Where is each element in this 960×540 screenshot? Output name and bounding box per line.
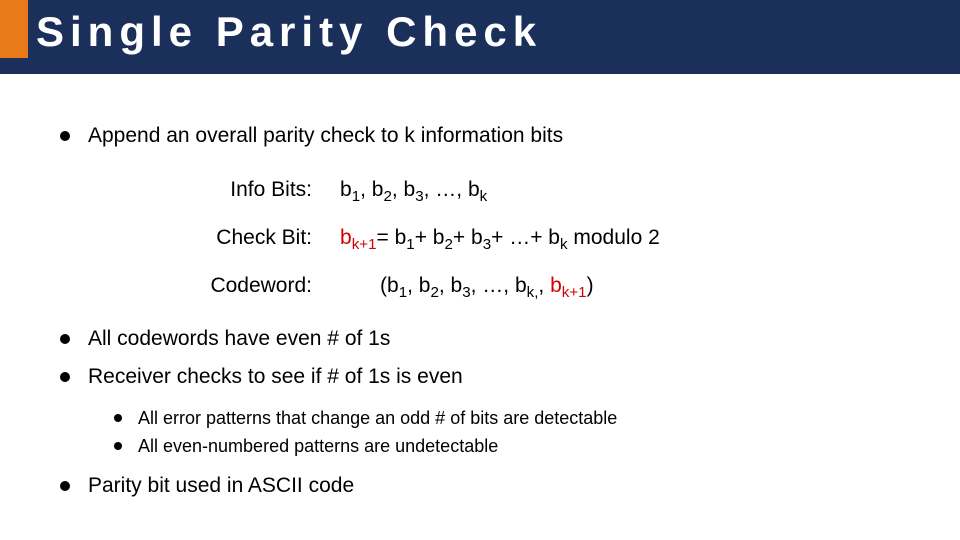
paren-close: ): [587, 274, 594, 297]
sym-b: b: [387, 274, 399, 297]
sub-k: k: [480, 189, 488, 206]
sym-b-red: bk+1: [340, 226, 376, 249]
bullet-even: All codewords have even # of 1s: [60, 325, 910, 353]
sub-2: 2: [383, 189, 391, 206]
def-label: Check Bit:: [60, 224, 340, 256]
bullet-dot-icon: [114, 442, 122, 450]
sub-3: 3: [483, 236, 491, 253]
bullet-text: All codewords have even # of 1s: [88, 325, 390, 353]
bullet-dot-icon: [60, 334, 70, 344]
sub-k: k: [560, 236, 568, 253]
definitions-block: Info Bits: b1, b2, b3, …, bk Check Bit: …: [60, 176, 910, 303]
bullet-dot-icon: [60, 372, 70, 382]
def-label: Codeword:: [60, 272, 340, 304]
sub-1: 1: [406, 236, 414, 253]
sym-b: b: [468, 178, 480, 201]
sym-b: b: [548, 226, 560, 249]
def-value: bk+1= b1+ b2+ b3+ …+ bk modulo 2: [340, 224, 910, 256]
sym-b: b: [340, 178, 352, 201]
bullet-receiver: Receiver checks to see if # of 1s is eve…: [60, 363, 910, 391]
sub-kcomma: k,: [527, 284, 539, 301]
def-value: (b1, b2, b3, …, bk,, bk+1): [340, 272, 910, 304]
sub-3: 3: [462, 284, 470, 301]
eq: =: [376, 226, 394, 249]
bullet-dot-icon: [60, 481, 70, 491]
sub-bullet-even: All even-numbered patterns are undetecta…: [114, 434, 910, 458]
plus: +: [415, 226, 433, 249]
sym-b: b: [471, 226, 483, 249]
def-info-bits: Info Bits: b1, b2, b3, …, bk: [60, 176, 910, 208]
title-accent: [0, 0, 28, 58]
sub-3: 3: [415, 189, 423, 206]
sep: ,: [392, 178, 404, 201]
sub-kplus1: k+1: [562, 284, 587, 301]
bullet-text: Parity bit used in ASCII code: [88, 472, 354, 500]
bullet-dot-icon: [114, 414, 122, 422]
sep: ,: [439, 274, 451, 297]
sym-b: b: [404, 178, 416, 201]
plus-ellipsis: + …+: [491, 226, 548, 249]
def-label: Info Bits:: [60, 176, 340, 208]
title-bar: Single Parity Check: [0, 0, 960, 74]
sep: ,: [360, 178, 372, 201]
slide-title: Single Parity Check: [36, 8, 542, 56]
sub-2: 2: [430, 284, 438, 301]
def-codeword: Codeword: (b1, b2, b3, …, bk,, bk+1): [60, 272, 910, 304]
bullet-text: Receiver checks to see if # of 1s is eve…: [88, 363, 463, 391]
plus: +: [453, 226, 471, 249]
sym-b-red: bk+1: [550, 274, 586, 297]
sym-b: b: [550, 274, 562, 297]
bullet-text: Append an overall parity check to k info…: [88, 122, 563, 150]
sym-b: b: [372, 178, 384, 201]
bullet-dot-icon: [60, 131, 70, 141]
sub-1: 1: [352, 189, 360, 206]
sub-2: 2: [444, 236, 452, 253]
bullet-text: All even-numbered patterns are undetecta…: [138, 434, 498, 458]
ellipsis: , …,: [424, 178, 468, 201]
bullet-text: All error patterns that change an odd # …: [138, 406, 617, 430]
sym-b: b: [515, 274, 527, 297]
bullet-ascii: Parity bit used in ASCII code: [60, 472, 910, 500]
sym-b: b: [395, 226, 407, 249]
def-check-bit: Check Bit: bk+1= b1+ b2+ b3+ …+ bk modul…: [60, 224, 910, 256]
ellipsis: , …,: [471, 274, 515, 297]
def-value: b1, b2, b3, …, bk: [340, 176, 910, 208]
sub-bullet-odd: All error patterns that change an odd # …: [114, 406, 910, 430]
sym-b: b: [451, 274, 463, 297]
bullet-append: Append an overall parity check to k info…: [60, 122, 910, 150]
paren-open: (: [380, 274, 387, 297]
sep: ,: [538, 274, 550, 297]
content-area: Append an overall parity check to k info…: [0, 74, 960, 501]
sep: ,: [407, 274, 419, 297]
sym-b: b: [433, 226, 445, 249]
sym-b: b: [340, 226, 352, 249]
sub-1: 1: [399, 284, 407, 301]
modulo-text: modulo 2: [568, 226, 660, 249]
sym-b: b: [419, 274, 431, 297]
sub-kplus1: k+1: [352, 236, 377, 253]
